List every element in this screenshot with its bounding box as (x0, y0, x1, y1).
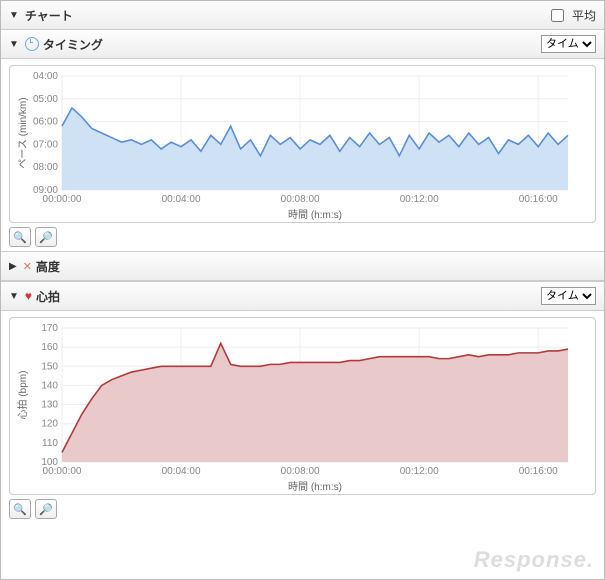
svg-text:05:00: 05:00 (33, 94, 58, 105)
svg-text:170: 170 (41, 323, 58, 334)
svg-text:時間 (h:m:s): 時間 (h:m:s) (288, 209, 342, 220)
watermark: Response. (474, 547, 594, 573)
hr-axis-select[interactable]: タイム (541, 287, 596, 305)
section-timing: ▼ タイミング タイム 04:0005:0006:0007:0008:0009:… (1, 30, 604, 252)
collapse-icon[interactable]: ▼ (9, 10, 19, 21)
header-title: チャート (25, 7, 551, 24)
timing-axis-select[interactable]: タイム (541, 35, 596, 53)
section-hr-header: ▼ ♥ 心拍 タイム (1, 282, 604, 311)
svg-text:130: 130 (41, 400, 58, 411)
section-hr: ▼ ♥ 心拍 タイム 10011012013014015016017000:00… (1, 282, 604, 523)
hr-chart: 10011012013014015016017000:00:0000:04:00… (9, 317, 596, 495)
collapse-icon[interactable]: ▼ (9, 39, 19, 50)
svg-text:08:00: 08:00 (33, 162, 58, 173)
svg-text:110: 110 (42, 438, 58, 449)
svg-text:ペース (min/km): ペース (min/km) (18, 97, 29, 168)
zoom-in-button[interactable]: 🔍 (9, 499, 31, 519)
svg-text:06:00: 06:00 (33, 117, 58, 128)
svg-text:00:12:00: 00:12:00 (400, 466, 439, 477)
collapse-icon[interactable]: ▼ (9, 291, 19, 302)
svg-text:140: 140 (41, 380, 58, 391)
expand-icon[interactable]: ▶ (9, 261, 17, 272)
timing-tools: 🔍 🔎 (9, 227, 596, 247)
section-timing-header: ▼ タイミング タイム (1, 30, 604, 59)
svg-text:150: 150 (41, 361, 58, 372)
svg-text:120: 120 (41, 419, 58, 430)
zoom-out-button[interactable]: 🔎 (35, 227, 57, 247)
average-label: 平均 (572, 7, 596, 24)
section-timing-title: タイミング (43, 36, 541, 53)
svg-text:00:08:00: 00:08:00 (281, 466, 320, 477)
hr-chart-svg: 10011012013014015016017000:00:0000:04:00… (14, 322, 574, 492)
pace-chart-svg: 04:0005:0006:0007:0008:0009:0000:00:0000… (14, 70, 574, 220)
svg-text:160: 160 (41, 342, 58, 353)
svg-text:00:16:00: 00:16:00 (519, 466, 558, 477)
section-hr-title: 心拍 (36, 288, 541, 305)
svg-text:00:08:00: 00:08:00 (281, 194, 320, 205)
timing-chart-wrap: 04:0005:0006:0007:0008:0009:0000:00:0000… (1, 59, 604, 251)
section-elevation: ▶ ✕ 高度 (1, 252, 604, 282)
elevation-icon: ✕ (23, 260, 32, 273)
svg-text:04:00: 04:00 (33, 71, 58, 82)
svg-text:00:12:00: 00:12:00 (400, 194, 439, 205)
app-root: ▼ チャート 平均 ▼ タイミング タイム 04:00 05:00 06:00 07:… (0, 0, 605, 580)
clock-icon (25, 37, 39, 51)
svg-text:心拍 (bpm): 心拍 (bpm) (16, 371, 29, 420)
section-elevation-title: 高度 (36, 258, 596, 275)
zoom-out-button[interactable]: 🔎 (35, 499, 57, 519)
svg-text:00:04:00: 00:04:00 (162, 466, 201, 477)
section-elevation-header: ▶ ✕ 高度 (1, 252, 604, 281)
hr-tools: 🔍 🔎 (9, 499, 596, 519)
hr-chart-wrap: 10011012013014015016017000:00:0000:04:00… (1, 311, 604, 523)
svg-text:時間 (h:m:s): 時間 (h:m:s) (288, 481, 342, 492)
svg-text:07:00: 07:00 (33, 139, 58, 150)
average-checkbox[interactable] (551, 9, 564, 22)
timing-chart: 04:0005:0006:0007:0008:0009:0000:00:0000… (9, 65, 596, 223)
svg-text:00:00:00: 00:00:00 (43, 466, 82, 477)
zoom-in-button[interactable]: 🔍 (9, 227, 31, 247)
heart-icon: ♥ (25, 289, 32, 303)
svg-text:00:16:00: 00:16:00 (519, 194, 558, 205)
svg-text:00:04:00: 00:04:00 (162, 194, 201, 205)
header-bar: ▼ チャート 平均 (1, 1, 604, 30)
svg-text:00:00:00: 00:00:00 (43, 194, 82, 205)
average-toggle[interactable]: 平均 (551, 7, 596, 24)
